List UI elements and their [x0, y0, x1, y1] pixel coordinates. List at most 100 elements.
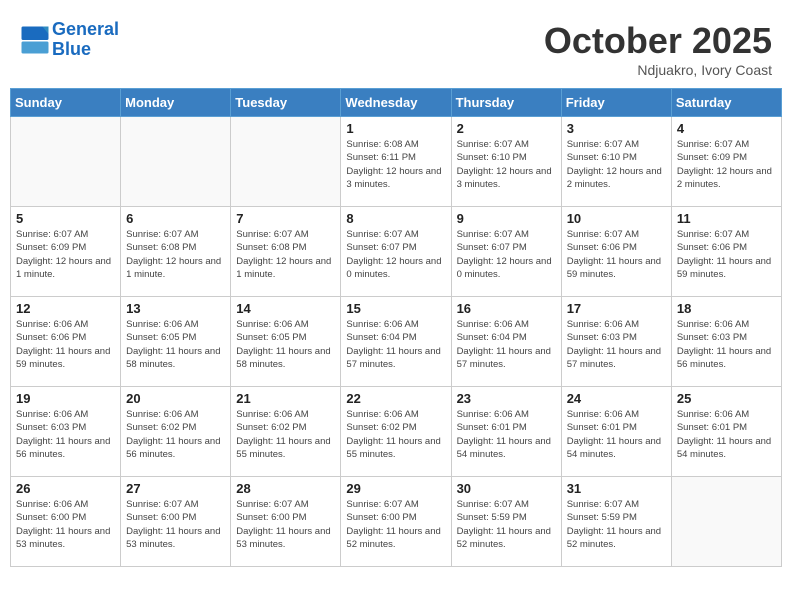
day-number: 25 — [677, 391, 776, 406]
calendar-cell: 22 Sunrise: 6:06 AM Sunset: 6:02 PM Dayli… — [341, 387, 451, 477]
logo-icon — [20, 25, 50, 55]
day-number: 13 — [126, 301, 225, 316]
day-number: 21 — [236, 391, 335, 406]
calendar-cell — [11, 117, 121, 207]
calendar-cell: 6 Sunrise: 6:07 AM Sunset: 6:08 PM Daylig… — [121, 207, 231, 297]
calendar-cell: 9 Sunrise: 6:07 AM Sunset: 6:07 PM Daylig… — [451, 207, 561, 297]
day-info: Sunrise: 6:07 AM Sunset: 6:10 PM Dayligh… — [457, 138, 556, 191]
logo-text: General Blue — [52, 20, 119, 60]
day-number: 11 — [677, 211, 776, 226]
day-number: 12 — [16, 301, 115, 316]
day-number: 28 — [236, 481, 335, 496]
calendar-cell — [671, 477, 781, 567]
day-number: 14 — [236, 301, 335, 316]
calendar-cell: 8 Sunrise: 6:07 AM Sunset: 6:07 PM Daylig… — [341, 207, 451, 297]
day-info: Sunrise: 6:07 AM Sunset: 6:07 PM Dayligh… — [457, 228, 556, 281]
logo: General Blue — [20, 20, 119, 60]
day-info: Sunrise: 6:06 AM Sunset: 6:02 PM Dayligh… — [346, 408, 445, 461]
day-info: Sunrise: 6:06 AM Sunset: 6:01 PM Dayligh… — [567, 408, 666, 461]
calendar-cell: 10 Sunrise: 6:07 AM Sunset: 6:06 PM Dayli… — [561, 207, 671, 297]
calendar-cell: 5 Sunrise: 6:07 AM Sunset: 6:09 PM Daylig… — [11, 207, 121, 297]
day-info: Sunrise: 6:07 AM Sunset: 6:08 PM Dayligh… — [236, 228, 335, 281]
weekday-header: Saturday — [671, 89, 781, 117]
calendar-cell: 16 Sunrise: 6:06 AM Sunset: 6:04 PM Dayli… — [451, 297, 561, 387]
calendar-cell: 29 Sunrise: 6:07 AM Sunset: 6:00 PM Dayli… — [341, 477, 451, 567]
day-info: Sunrise: 6:06 AM Sunset: 6:01 PM Dayligh… — [677, 408, 776, 461]
day-info: Sunrise: 6:07 AM Sunset: 6:00 PM Dayligh… — [236, 498, 335, 551]
calendar-cell: 23Sunrise: 6:06 AM Sunset: 6:01 PM Dayli… — [451, 387, 561, 477]
day-info: Sunrise: 6:07 AM Sunset: 6:07 PM Dayligh… — [346, 228, 445, 281]
calendar-cell: 4 Sunrise: 6:07 AM Sunset: 6:09 PM Daylig… — [671, 117, 781, 207]
day-number: 10 — [567, 211, 666, 226]
day-number: 26 — [16, 481, 115, 496]
calendar-cell: 14 Sunrise: 6:06 AM Sunset: 6:05 PM Dayli… — [231, 297, 341, 387]
weekday-header: Tuesday — [231, 89, 341, 117]
weekday-header: Friday — [561, 89, 671, 117]
day-info: Sunrise: 6:06 AM Sunset: 6:04 PM Dayligh… — [457, 318, 556, 371]
calendar-cell: 15Sunrise: 6:06 AM Sunset: 6:04 PM Dayli… — [341, 297, 451, 387]
day-info: Sunrise: 6:07 AM Sunset: 6:06 PM Dayligh… — [567, 228, 666, 281]
day-info: Sunrise: 6:07 AM Sunset: 6:00 PM Dayligh… — [346, 498, 445, 551]
calendar-cell: 2Sunrise: 6:07 AM Sunset: 6:10 PM Daylig… — [451, 117, 561, 207]
day-info: Sunrise: 6:07 AM Sunset: 6:09 PM Dayligh… — [677, 138, 776, 191]
day-info: Sunrise: 6:07 AM Sunset: 5:59 PM Dayligh… — [457, 498, 556, 551]
day-number: 30 — [457, 481, 556, 496]
calendar-cell: 11Sunrise: 6:07 AM Sunset: 6:06 PM Dayli… — [671, 207, 781, 297]
day-info: Sunrise: 6:07 AM Sunset: 6:08 PM Dayligh… — [126, 228, 225, 281]
day-info: Sunrise: 6:07 AM Sunset: 6:10 PM Dayligh… — [567, 138, 666, 191]
weekday-header: Sunday — [11, 89, 121, 117]
day-number: 16 — [457, 301, 556, 316]
day-number: 18 — [677, 301, 776, 316]
calendar-cell — [231, 117, 341, 207]
month-title: October 2025 — [544, 20, 772, 62]
week-row: 1 Sunrise: 6:08 AM Sunset: 6:11 PM Daylig… — [11, 117, 782, 207]
logo-line1: General — [52, 19, 119, 39]
day-number: 1 — [346, 121, 445, 136]
day-info: Sunrise: 6:06 AM Sunset: 6:03 PM Dayligh… — [16, 408, 115, 461]
title-block: October 2025 Ndjuakro, Ivory Coast — [544, 20, 772, 78]
calendar-cell: 19Sunrise: 6:06 AM Sunset: 6:03 PM Dayli… — [11, 387, 121, 477]
calendar-cell: 12 Sunrise: 6:06 AM Sunset: 6:06 PM Dayli… — [11, 297, 121, 387]
day-info: Sunrise: 6:06 AM Sunset: 6:05 PM Dayligh… — [236, 318, 335, 371]
page-header: General Blue October 2025 Ndjuakro, Ivor… — [10, 10, 782, 83]
day-number: 3 — [567, 121, 666, 136]
week-row: 26Sunrise: 6:06 AM Sunset: 6:00 PM Dayli… — [11, 477, 782, 567]
week-row: 5 Sunrise: 6:07 AM Sunset: 6:09 PM Daylig… — [11, 207, 782, 297]
day-number: 29 — [346, 481, 445, 496]
day-info: Sunrise: 6:06 AM Sunset: 6:06 PM Dayligh… — [16, 318, 115, 371]
calendar-cell: 3 Sunrise: 6:07 AM Sunset: 6:10 PM Daylig… — [561, 117, 671, 207]
day-number: 4 — [677, 121, 776, 136]
day-number: 5 — [16, 211, 115, 226]
day-info: Sunrise: 6:06 AM Sunset: 6:05 PM Dayligh… — [126, 318, 225, 371]
day-info: Sunrise: 6:06 AM Sunset: 6:03 PM Dayligh… — [567, 318, 666, 371]
weekday-header: Wednesday — [341, 89, 451, 117]
day-info: Sunrise: 6:07 AM Sunset: 5:59 PM Dayligh… — [567, 498, 666, 551]
day-number: 7 — [236, 211, 335, 226]
week-row: 19Sunrise: 6:06 AM Sunset: 6:03 PM Dayli… — [11, 387, 782, 477]
day-info: Sunrise: 6:06 AM Sunset: 6:03 PM Dayligh… — [677, 318, 776, 371]
calendar-cell — [121, 117, 231, 207]
day-info: Sunrise: 6:06 AM Sunset: 6:02 PM Dayligh… — [236, 408, 335, 461]
day-number: 20 — [126, 391, 225, 406]
calendar-cell: 7 Sunrise: 6:07 AM Sunset: 6:08 PM Daylig… — [231, 207, 341, 297]
calendar-cell: 31Sunrise: 6:07 AM Sunset: 5:59 PM Dayli… — [561, 477, 671, 567]
calendar-cell: 18 Sunrise: 6:06 AM Sunset: 6:03 PM Dayli… — [671, 297, 781, 387]
location: Ndjuakro, Ivory Coast — [544, 62, 772, 78]
weekday-header-row: SundayMondayTuesdayWednesdayThursdayFrid… — [11, 89, 782, 117]
calendar-cell: 21 Sunrise: 6:06 AM Sunset: 6:02 PM Dayli… — [231, 387, 341, 477]
calendar-cell: 13 Sunrise: 6:06 AM Sunset: 6:05 PM Dayli… — [121, 297, 231, 387]
day-info: Sunrise: 6:08 AM Sunset: 6:11 PM Dayligh… — [346, 138, 445, 191]
logo-line2: Blue — [52, 40, 119, 60]
day-number: 8 — [346, 211, 445, 226]
day-number: 27 — [126, 481, 225, 496]
calendar-cell: 27Sunrise: 6:07 AM Sunset: 6:00 PM Dayli… — [121, 477, 231, 567]
day-number: 22 — [346, 391, 445, 406]
week-row: 12 Sunrise: 6:06 AM Sunset: 6:06 PM Dayli… — [11, 297, 782, 387]
day-number: 6 — [126, 211, 225, 226]
weekday-header: Thursday — [451, 89, 561, 117]
calendar-cell: 25 Sunrise: 6:06 AM Sunset: 6:01 PM Dayli… — [671, 387, 781, 477]
weekday-header: Monday — [121, 89, 231, 117]
day-number: 9 — [457, 211, 556, 226]
calendar-cell: 1 Sunrise: 6:08 AM Sunset: 6:11 PM Daylig… — [341, 117, 451, 207]
day-info: Sunrise: 6:07 AM Sunset: 6:09 PM Dayligh… — [16, 228, 115, 281]
